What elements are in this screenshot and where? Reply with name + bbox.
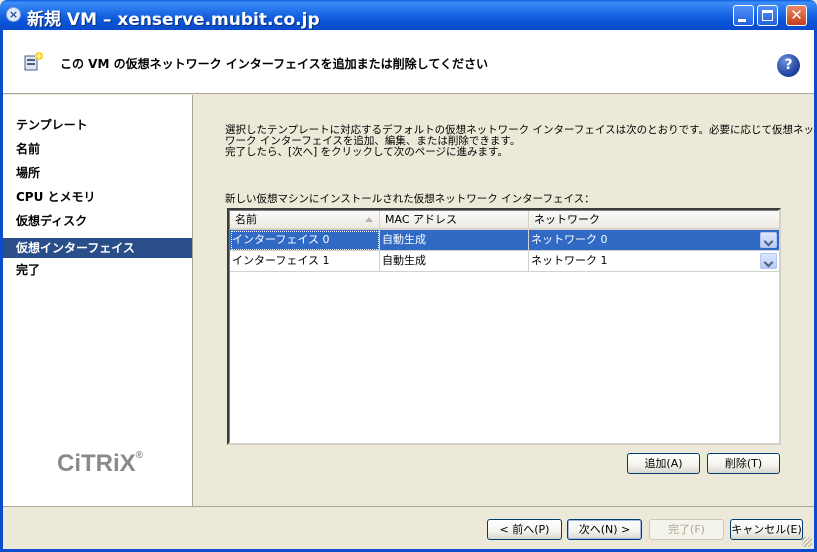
title-bar[interactable]: × 新規 VM – xenserve.mubit.co.jp ✕	[0, 0, 817, 30]
mac-address-cell[interactable]: 自動生成	[380, 251, 529, 272]
grid-label: 新しい仮想マシンにインストールされた仮想ネットワーク インターフェイス：	[225, 193, 595, 205]
back-button[interactable]: < 前へ(P)	[487, 519, 562, 540]
table-row[interactable]: インターフェイス 0 自動生成 ネットワーク 0	[230, 230, 782, 251]
interfaces-grid[interactable]: 名前 MAC アドレス ネットワーク インターフェイス 0 自動生成 ネットワー…	[227, 208, 781, 445]
minimize-icon	[738, 19, 746, 22]
step-virtual-interface[interactable]: 仮想インターフェイス	[3, 238, 192, 258]
interface-name-cell[interactable]: インターフェイス 1	[230, 251, 380, 272]
step-name[interactable]: 名前	[3, 139, 192, 159]
cancel-button[interactable]: キャンセル(E)	[730, 519, 803, 540]
table-row[interactable]: インターフェイス 1 自動生成 ネットワーク 1	[230, 251, 782, 272]
resize-grip-icon[interactable]	[802, 537, 812, 547]
wizard-steps-sidebar: テンプレート 名前 場所 CPU とメモリ 仮想ディスク 仮想インターフェイス …	[3, 95, 193, 506]
column-header-name-label: 名前	[235, 213, 257, 226]
wizard-content: 選択したテンプレートに対応するデフォルトの仮想ネットワーク インターフェイスは次…	[194, 95, 817, 506]
citrix-logo-mark: ®	[135, 450, 144, 461]
network-combo[interactable]: ネットワーク 1	[529, 251, 780, 272]
chevron-down-icon[interactable]	[760, 253, 777, 269]
maximize-icon	[762, 10, 773, 21]
next-button[interactable]: 次へ(N) >	[567, 519, 642, 540]
step-finish[interactable]: 完了	[3, 260, 192, 280]
delete-button[interactable]: 削除(T)	[707, 453, 780, 474]
column-header-mac[interactable]: MAC アドレス	[380, 211, 529, 230]
header-instruction: この VM の仮想ネットワーク インターフェイスを追加または削除してください	[60, 57, 488, 71]
finish-button[interactable]: 完了(F)	[649, 519, 724, 540]
grid-body: 名前 MAC アドレス ネットワーク インターフェイス 0 自動生成 ネットワー…	[229, 210, 782, 443]
app-icon[interactable]: ×	[6, 7, 21, 22]
network-combo[interactable]: ネットワーク 0	[529, 230, 780, 251]
network-value: ネットワーク 0	[531, 233, 608, 246]
step-cpu-memory[interactable]: CPU とメモリ	[3, 187, 192, 207]
description-line: 完了したら、[次へ] をクリックして次のページに進みます。	[225, 146, 508, 158]
window-title: 新規 VM – xenserve.mubit.co.jp	[27, 10, 320, 30]
citrix-logo: CiTRiX®	[57, 450, 143, 478]
mac-address-cell[interactable]: 自動生成	[380, 230, 529, 251]
interface-name-cell[interactable]: インターフェイス 0	[230, 230, 380, 251]
wizard-header: この VM の仮想ネットワーク インターフェイスを追加または削除してください ?	[3, 30, 814, 94]
network-interface-icon	[24, 52, 43, 71]
column-header-name[interactable]: 名前	[230, 211, 380, 230]
close-icon: ✕	[790, 6, 803, 24]
column-header-network[interactable]: ネットワーク	[529, 211, 780, 230]
step-template[interactable]: テンプレート	[3, 115, 192, 135]
step-virtual-disk[interactable]: 仮想ディスク	[3, 211, 192, 231]
close-button[interactable]: ✕	[786, 5, 807, 26]
maximize-button[interactable]	[757, 5, 778, 26]
sort-ascending-icon	[365, 217, 373, 222]
add-button[interactable]: 追加(A)	[627, 453, 700, 474]
chevron-down-icon[interactable]	[760, 232, 777, 248]
page-description: 選択したテンプレートに対応するデフォルトの仮想ネットワーク インターフェイスは次…	[225, 125, 817, 158]
help-icon[interactable]: ?	[777, 54, 800, 77]
minimize-button[interactable]	[733, 5, 754, 26]
network-value: ネットワーク 1	[531, 254, 608, 267]
wizard-footer: < 前へ(P) 次へ(N) > 完了(F) キャンセル(E)	[3, 506, 814, 549]
citrix-logo-text: CiTRiX	[57, 450, 136, 477]
step-location[interactable]: 場所	[3, 163, 192, 183]
